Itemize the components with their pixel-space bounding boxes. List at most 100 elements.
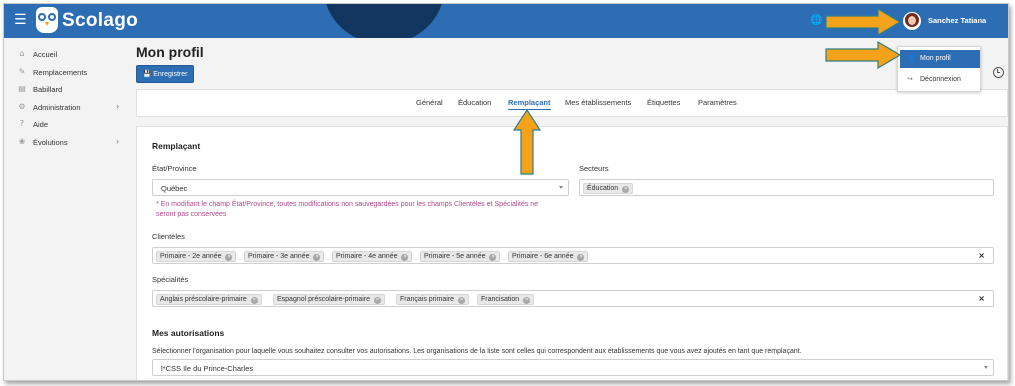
section-title-autorisations: Mes autorisations [152,328,225,338]
history-icon[interactable] [993,67,1004,78]
chip-label: Francisation [481,296,520,303]
chip-label: Primaire - 6e année [512,253,574,260]
dropdown-arrow-icon [559,186,563,189]
sidebar-item-label: Administration [33,103,81,112]
sidebar-item-aide[interactable]: ? Aide [12,118,128,132]
home-icon: ⌂ [19,49,25,58]
remove-chip-icon[interactable]: × [622,186,630,193]
chevron-right-icon: › [116,102,120,111]
globe-icon[interactable]: 🌐 [810,15,822,26]
sector-chip: Éducation × [583,183,634,194]
tabs-bar: Général Éducation Remplaçant Mes établis… [136,89,1008,117]
chip-label: Primaire - 5e année [424,253,486,260]
remove-chip-icon[interactable]: × [313,254,321,261]
clear-all-icon[interactable]: × [978,251,985,260]
pencil-icon: ✎ [18,67,26,76]
remove-chip-icon[interactable]: × [250,297,258,304]
state-label: État/Province [152,164,197,173]
chip-label: Français primaire [400,296,455,303]
top-bar-decoration [324,4,444,38]
sidebar-item-evolutions[interactable]: ❀ Évolutions › [12,136,128,150]
chip-label: Primaire - 3e année [248,253,310,260]
clear-all-icon[interactable]: × [978,294,985,303]
sidebar-item-accueil[interactable]: ⌂ Accueil [12,48,128,62]
clientele-chip: Primaire - 6e année × [508,251,589,262]
clientele-chip: Primaire - 5e année × [420,251,501,262]
sectors-label: Secteurs [579,164,609,173]
clientele-chip: Primaire - 3e année × [244,251,325,262]
tab-remplacant[interactable]: Remplaçant [508,98,551,110]
board-icon: ▤ [18,84,26,93]
app-window: ☰ Scolago 🌐 Sanchez Tatiana ⌂ Accueil ✎ … [3,3,1009,381]
section-title-remplacant: Remplaçant [152,141,201,151]
annotation-arrow-right-2 [825,40,902,70]
speciality-chip: Anglais préscolaire-primaire × [156,294,262,305]
clientele-chip: Primaire - 4e année × [332,251,413,262]
remove-chip-icon[interactable]: × [401,254,409,261]
remove-chip-icon[interactable]: × [374,297,381,304]
remove-chip-icon[interactable]: × [225,254,233,261]
clienteles-multiselect[interactable]: Primaire - 2e année × Primaire - 3e année… [152,247,994,264]
specialities-multiselect[interactable]: Anglais préscolaire-primaire × Espagnol p… [152,290,994,307]
organization-select-value: l*CSS Ile du Prince-Charles [161,364,254,373]
remove-chip-icon[interactable]: × [458,297,466,304]
annotation-arrow-up [512,108,542,175]
state-helper-line-2: seront pas conservées [156,211,227,218]
hamburger-menu-icon[interactable]: ☰ [14,13,27,27]
state-helper-text: * En modifiant le champ État/Province, t… [156,200,538,220]
sidebar-item-label: Remplacements [33,68,88,77]
chevron-right-icon: › [116,137,120,146]
sidebar-item-label: Évolutions [33,138,68,147]
tab-education[interactable]: Éducation [458,98,491,107]
state-select-value: Québec [161,184,188,193]
clientele-chip: Primaire - 2e année × [156,251,237,262]
remove-chip-icon[interactable]: × [489,254,497,261]
sidebar-item-remplacements[interactable]: ✎ Remplacements [12,66,128,80]
state-helper-line-1: * En modifiant le champ État/Province, t… [156,201,539,208]
dropdown-arrow-icon [984,366,988,369]
save-button[interactable]: 💾 Enregistrer [136,65,194,83]
chip-label: Primaire - 4e année [336,253,398,260]
tab-etiquettes[interactable]: Étiquettes [647,98,680,107]
annotation-arrow-right-1 [825,7,902,37]
page-title: Mon profil [136,44,204,60]
logout-icon: ↪ [907,75,913,83]
tab-mes-etablissements[interactable]: Mes établissements [565,98,631,107]
question-icon: ? [19,119,25,128]
user-name[interactable]: Sanchez Tatiana [928,16,986,25]
organization-select[interactable]: l*CSS Ile du Prince-Charles [152,359,994,376]
menu-item-label: Mon profil [920,55,951,62]
state-select[interactable]: Québec [152,179,569,196]
authorizations-description: Sélectionner l'organisation pour laquell… [152,348,802,355]
clienteles-label: Clientèles [152,232,185,241]
sidebar-item-label: Aide [33,120,49,129]
user-avatar[interactable] [903,12,921,30]
remove-chip-icon[interactable]: × [577,254,585,261]
save-icon: 💾 [142,71,152,78]
speciality-chip: Francisation × [477,294,535,305]
sidebar-item-administration[interactable]: ⚙ Administration › [12,101,128,115]
menu-item-label: Déconnexion [920,76,961,83]
speciality-chip: Français primaire × [396,294,470,305]
menu-item-deconnexion[interactable]: ↪ Déconnexion [900,71,980,89]
save-button-label: Enregistrer [153,70,188,78]
remove-chip-icon[interactable]: × [523,297,531,304]
sidebar-item-babillard[interactable]: ▤ Babillard [12,83,128,97]
owl-logo-icon [36,7,58,33]
user-icon: 👤 [907,54,916,62]
speciality-chip: Espagnol préscolaire-primaire × [273,294,385,305]
sectors-multiselect[interactable]: Éducation × [579,179,994,196]
chip-label: Éducation [587,185,619,192]
chip-label: Anglais préscolaire-primaire [160,296,247,303]
tab-parametres[interactable]: Paramètres [698,98,737,107]
gear-icon: ⚙ [18,102,26,111]
chip-label: Espagnol préscolaire-primaire [277,296,370,303]
profile-card: Remplaçant État/Province Québec * En mod… [136,126,1008,380]
menu-item-mon-profil[interactable]: 👤 Mon profil [900,50,980,68]
sidebar-item-label: Accueil [33,50,58,59]
sidebar-item-label: Babillard [33,85,63,94]
app-logo-text: Scolago [62,10,139,31]
tab-general[interactable]: Général [416,98,443,107]
sprout-icon: ❀ [18,137,26,146]
specialities-label: Spécialités [152,275,189,284]
